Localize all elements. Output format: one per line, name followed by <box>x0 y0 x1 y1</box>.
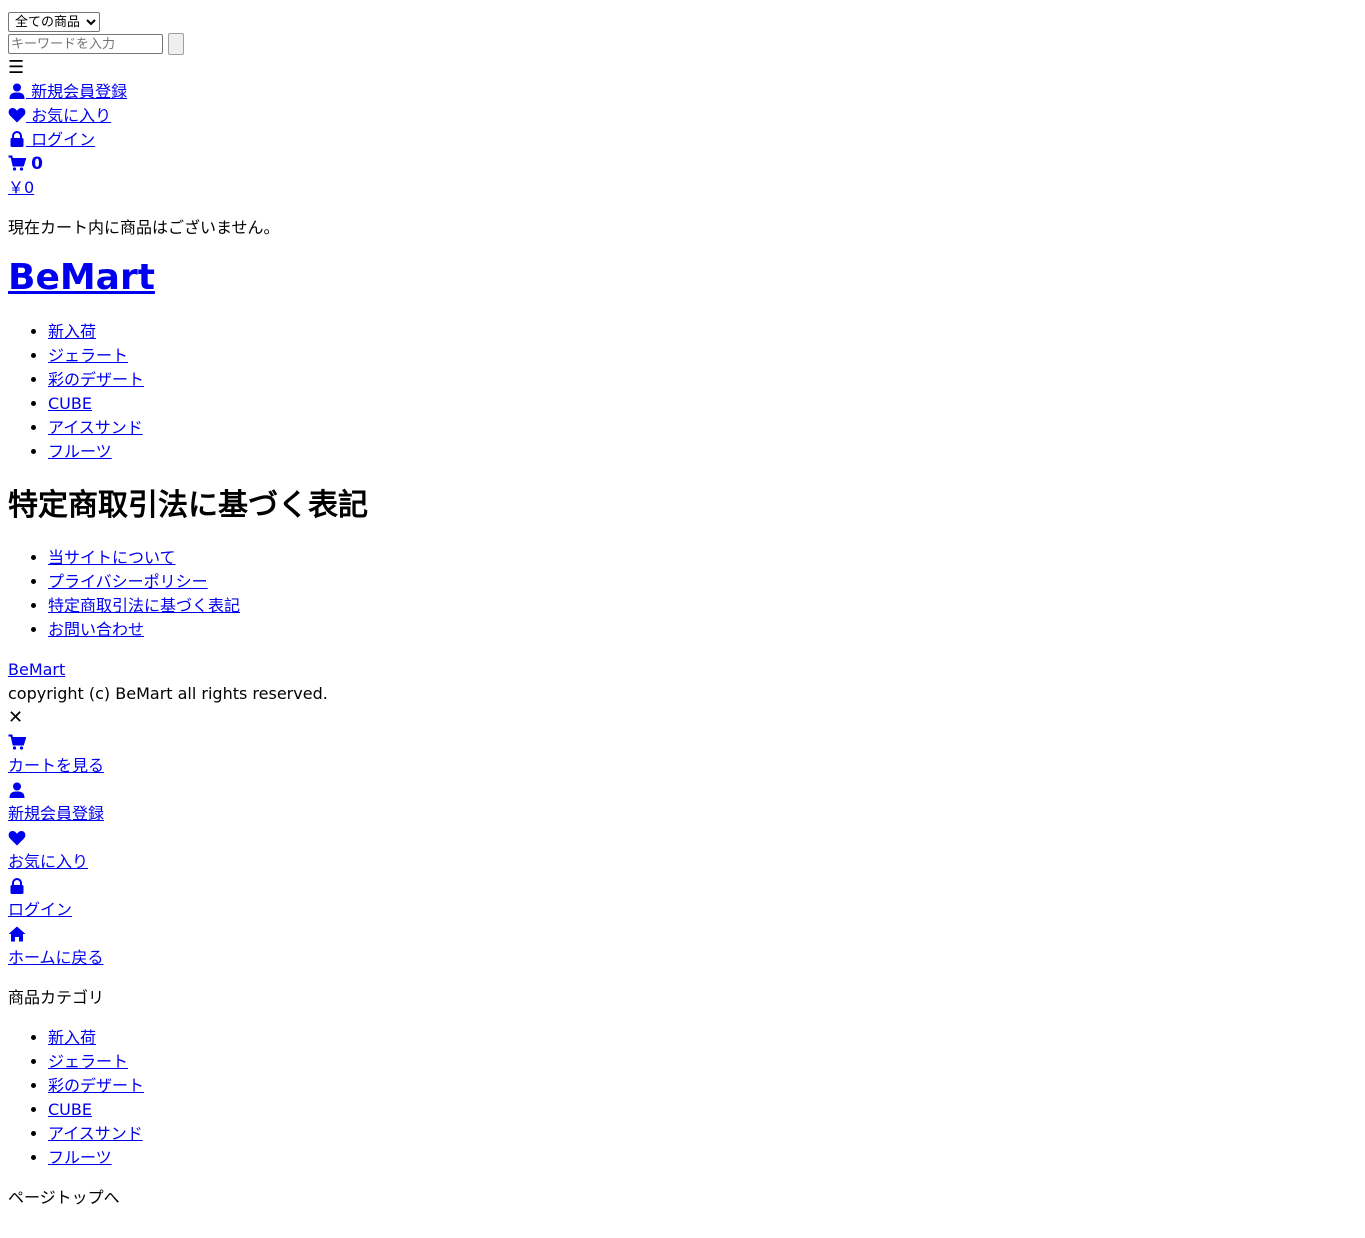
copyright-text: copyright (c) BeMart all rights reserved… <box>8 684 328 703</box>
category-item: アイスサンド <box>48 416 1357 440</box>
header-cart-total[interactable]: ￥0 <box>8 176 1357 200</box>
category-link-fruits[interactable]: フルーツ <box>48 442 112 461</box>
drawer-favorite-link[interactable]: お気に入り <box>8 850 1357 874</box>
category-link-cube[interactable]: CUBE <box>48 394 92 413</box>
lock-icon[interactable] <box>8 878 26 894</box>
header-cart-link[interactable]: 0 <box>8 152 1357 176</box>
footer-link-tokushoho[interactable]: 特定商取引法に基づく表記 <box>48 596 240 615</box>
footer-logo-link[interactable]: BeMart <box>8 658 1357 682</box>
drawer-heart-icon-wrap <box>8 826 1357 850</box>
category-item: CUBE <box>48 1098 1357 1122</box>
category-link-dessert[interactable]: 彩のデザート <box>48 370 144 389</box>
user-icon <box>8 83 26 99</box>
category-item: CUBE <box>48 392 1357 416</box>
header-favorite-link[interactable]: お気に入り <box>8 104 1357 128</box>
header-register-link[interactable]: 新規会員登録 <box>8 80 1357 104</box>
footer-links: 当サイトについて プライバシーポリシー 特定商取引法に基づく表記 お問い合わせ <box>8 546 1357 642</box>
drawer-category-link-ice-sand[interactable]: アイスサンド <box>48 1124 143 1143</box>
category-item: 彩のデザート <box>48 1074 1357 1098</box>
drawer-category-link-cube[interactable]: CUBE <box>48 1100 92 1119</box>
drawer-home-link[interactable]: ホームに戻る <box>8 946 1357 970</box>
site-logo: BeMart <box>8 258 1357 298</box>
drawer-category-link-new[interactable]: 新入荷 <box>48 1028 96 1047</box>
page: 全ての商品 ☰ 新規会員登録 お気に入り ログイン 0 ￥0 現在カート内に商品… <box>0 0 1365 1210</box>
category-item: フルーツ <box>48 1146 1357 1170</box>
header-login-label: ログイン <box>31 130 96 149</box>
drawer-category-link-fruits[interactable]: フルーツ <box>48 1148 112 1167</box>
drawer-user-icon-wrap <box>8 778 1357 802</box>
footer-link-privacy[interactable]: プライバシーポリシー <box>48 572 208 591</box>
footer-link-contact[interactable]: お問い合わせ <box>48 620 144 639</box>
category-link-new[interactable]: 新入荷 <box>48 322 96 341</box>
hamburger-menu-icon[interactable]: ☰ <box>8 56 1357 80</box>
header-favorite-label: お気に入り <box>31 106 112 125</box>
header-register-label: 新規会員登録 <box>31 82 128 101</box>
footer-link-item: 当サイトについて <box>48 546 1357 570</box>
search-button[interactable] <box>168 33 184 55</box>
lock-icon <box>8 131 26 147</box>
drawer-view-cart-link[interactable]: カートを見る <box>8 754 1357 778</box>
search-category-select[interactable]: 全ての商品 <box>8 12 100 32</box>
home-icon[interactable] <box>8 926 26 942</box>
heart-icon <box>8 107 26 123</box>
footer-link-about[interactable]: 当サイトについて <box>48 548 176 567</box>
category-item: 彩のデザート <box>48 368 1357 392</box>
footer-link-item: 特定商取引法に基づく表記 <box>48 594 1357 618</box>
drawer-login-link[interactable]: ログイン <box>8 898 1357 922</box>
category-link-ice-sand[interactable]: アイスサンド <box>48 418 143 437</box>
category-item: 新入荷 <box>48 320 1357 344</box>
category-item: フルーツ <box>48 440 1357 464</box>
user-icon[interactable] <box>8 782 26 798</box>
heart-icon[interactable] <box>8 830 26 846</box>
cart-icon[interactable] <box>8 734 26 750</box>
drawer-category-nav: 新入荷 ジェラート 彩のデザート CUBE アイスサンド フルーツ <box>8 1026 1357 1170</box>
category-link-gelato[interactable]: ジェラート <box>48 346 128 365</box>
footer-link-item: お問い合わせ <box>48 618 1357 642</box>
footer-link-item: プライバシーポリシー <box>48 570 1357 594</box>
drawer-home-icon-wrap <box>8 922 1357 946</box>
cart-count-badge: 0 <box>31 154 43 174</box>
header-login-link[interactable]: ログイン <box>8 128 1357 152</box>
category-item: ジェラート <box>48 344 1357 368</box>
search-input[interactable] <box>8 34 163 54</box>
page-top-button[interactable]: ページトップへ <box>8 1186 1357 1210</box>
category-item: 新入荷 <box>48 1026 1357 1050</box>
drawer-register-link[interactable]: 新規会員登録 <box>8 802 1357 826</box>
cart-icon <box>8 155 26 171</box>
close-icon[interactable]: ✕ <box>8 706 1357 730</box>
category-item: アイスサンド <box>48 1122 1357 1146</box>
search-form <box>8 32 1357 56</box>
drawer-category-link-gelato[interactable]: ジェラート <box>48 1052 128 1071</box>
search-category-row: 全ての商品 <box>8 8 1357 32</box>
drawer-cart-icon-wrap <box>8 730 1357 754</box>
site-logo-link[interactable]: BeMart <box>8 257 155 298</box>
category-nav: 新入荷 ジェラート 彩のデザート CUBE アイスサンド フルーツ <box>8 320 1357 464</box>
category-item: ジェラート <box>48 1050 1357 1074</box>
page-title: 特定商取引法に基づく表記 <box>8 488 368 523</box>
drawer-category-title: 商品カテゴリ <box>8 988 105 1007</box>
cart-empty-message: 現在カート内に商品はございません。 <box>8 218 280 237</box>
drawer-lock-icon-wrap <box>8 874 1357 898</box>
drawer-category-link-dessert[interactable]: 彩のデザート <box>48 1076 144 1095</box>
